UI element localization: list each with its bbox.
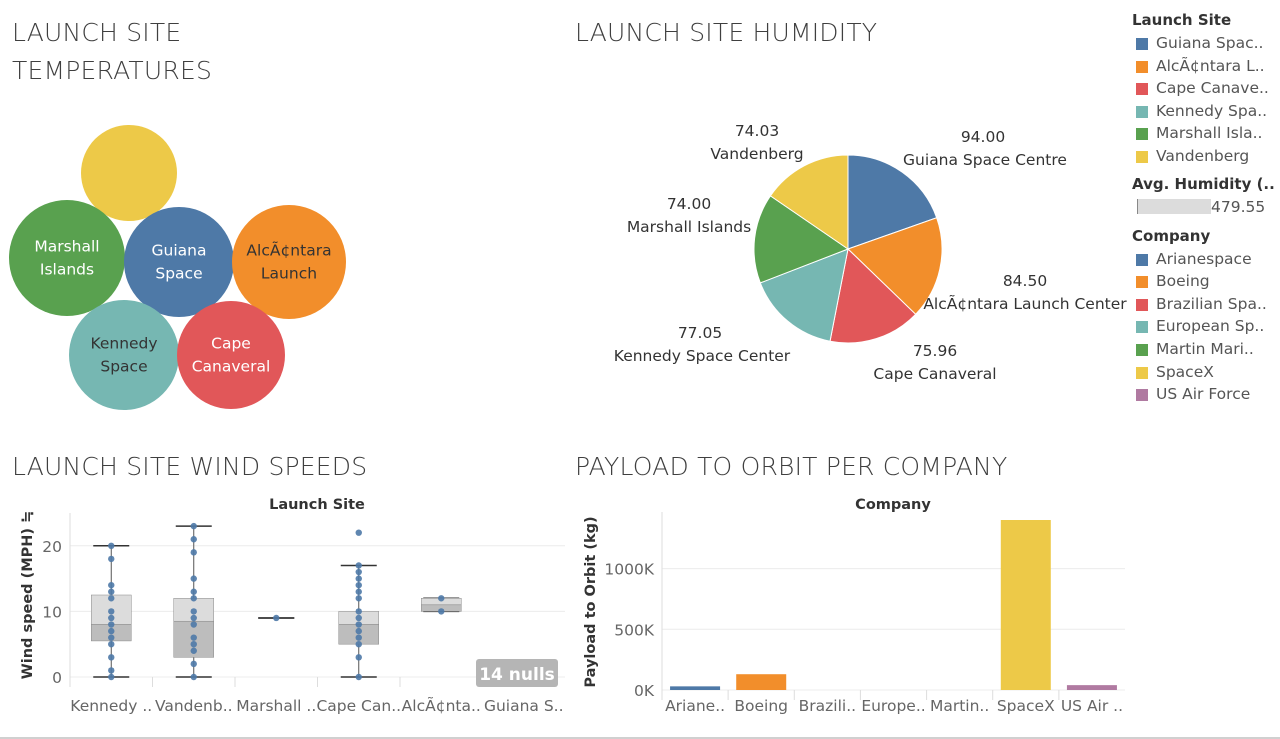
legend-launch-site-label: Kennedy Spa.. [1156, 101, 1268, 120]
legend-launch-site-swatch [1136, 150, 1148, 163]
legend-company-label: Arianespace [1156, 249, 1252, 268]
legend-company-item[interactable]: Arianespace [1132, 248, 1280, 271]
legend-launch-site-label: AlcÃ¢ntara L.. [1156, 56, 1265, 75]
legend-launch-site-swatch [1136, 83, 1148, 96]
legend-company-item[interactable]: Brazilian Spa.. [1132, 293, 1280, 316]
payload-x-tick-label: Europe.. [861, 697, 925, 715]
legend-company-label: Brazilian Spa.. [1156, 294, 1267, 313]
legend-size-bar [1137, 198, 1211, 214]
legend-launch-site-list: Guiana Spac.. AlcÃ¢ntara L.. Cape Canave..… [1132, 32, 1280, 168]
legend-company-item[interactable]: Boeing [1132, 270, 1280, 293]
legend-launch-site-item[interactable]: Cape Canave.. [1132, 77, 1280, 100]
payload-bar [1066, 685, 1117, 690]
legend-company-item[interactable]: Martin Mari.. [1132, 338, 1280, 361]
legend-launch-site-item[interactable]: Kennedy Spa.. [1132, 100, 1280, 123]
legend-launch-site-item[interactable]: Marshall Isla.. [1132, 122, 1280, 145]
legend-company-item[interactable]: SpaceX [1132, 361, 1280, 384]
legend-company-swatch [1136, 366, 1148, 379]
legend-company-swatch [1136, 343, 1148, 356]
legend-company-label: SpaceX [1156, 362, 1214, 381]
payload-header: Company [855, 497, 931, 513]
payload-y-tick-label: 0K [634, 682, 655, 700]
legend-size-row: 479.55 [1132, 196, 1280, 220]
legend-company-title: Company [1132, 226, 1211, 245]
legend-size-title: Avg. Humidity (.. [1132, 174, 1275, 193]
legend-launch-site-swatch [1136, 38, 1148, 50]
legend-company-swatch [1136, 298, 1148, 311]
legend-company-swatch [1136, 276, 1148, 289]
legend-launch-site-label: Marshall Isla.. [1156, 124, 1263, 143]
legend-launch-site-label: Vandenberg [1156, 146, 1250, 165]
legend-company-item[interactable]: European Sp.. [1132, 315, 1280, 338]
payload-x-tick-label: SpaceX [997, 697, 1055, 715]
payload-y-tick-label: 500K [614, 621, 655, 639]
legend-company-list: Arianespace Boeing Brazilian Spa.. European… [1132, 248, 1280, 406]
legend-launch-site-item[interactable]: AlcÃ¢ntara L.. [1132, 55, 1280, 78]
legend-launch-site-title: Launch Site [1132, 11, 1232, 29]
payload-y-axis-label: Payload to Orbit (kg) [583, 516, 599, 687]
legend-company-swatch [1136, 321, 1148, 334]
payload-x-tick-label: Brazili.. [799, 697, 856, 715]
legend-company-item[interactable]: US Air Force [1132, 383, 1280, 406]
legend-launch-site-label: Guiana Spac.. [1156, 34, 1264, 52]
legend-company-label: Martin Mari.. [1156, 339, 1254, 358]
payload-x-tick-label: Boeing [734, 697, 788, 715]
legend-company-label: European Sp.. [1156, 317, 1265, 336]
legend-company-label: Boeing [1156, 272, 1210, 291]
payload-x-tick-label: Martin.. [930, 697, 989, 715]
legend-launch-site-label: Cape Canave.. [1156, 79, 1269, 98]
legend-launch-site-swatch [1136, 60, 1148, 73]
legend-launch-site-swatch [1136, 128, 1148, 141]
legend-company-label: US Air Force [1156, 385, 1251, 404]
payload-bar [670, 686, 721, 690]
legend-launch-site-swatch [1136, 105, 1148, 118]
payload-x-tick-label: US Air .. [1061, 697, 1123, 715]
legend-size-value: 479.55 [1211, 197, 1266, 216]
legend-company-swatch [1136, 253, 1148, 266]
payload-bar-chart: Company 0K 500K 1000K Payload to Orbit (kg) A… [583, 497, 1125, 715]
legend-panel: Launch Site Guiana Spac.. AlcÃ¢ntara L.. C… [1132, 8, 1280, 406]
payload-y-tick-label: 1000K [604, 561, 654, 579]
payload-bar [1000, 520, 1051, 690]
legend-company-swatch [1136, 389, 1148, 402]
payload-x-tick-label: Ariane.. [665, 697, 725, 715]
payload-bar [736, 674, 787, 690]
legend-launch-site-item[interactable]: Vandenberg [1132, 145, 1280, 168]
legend-launch-site-item[interactable]: Guiana Spac.. [1132, 32, 1280, 55]
